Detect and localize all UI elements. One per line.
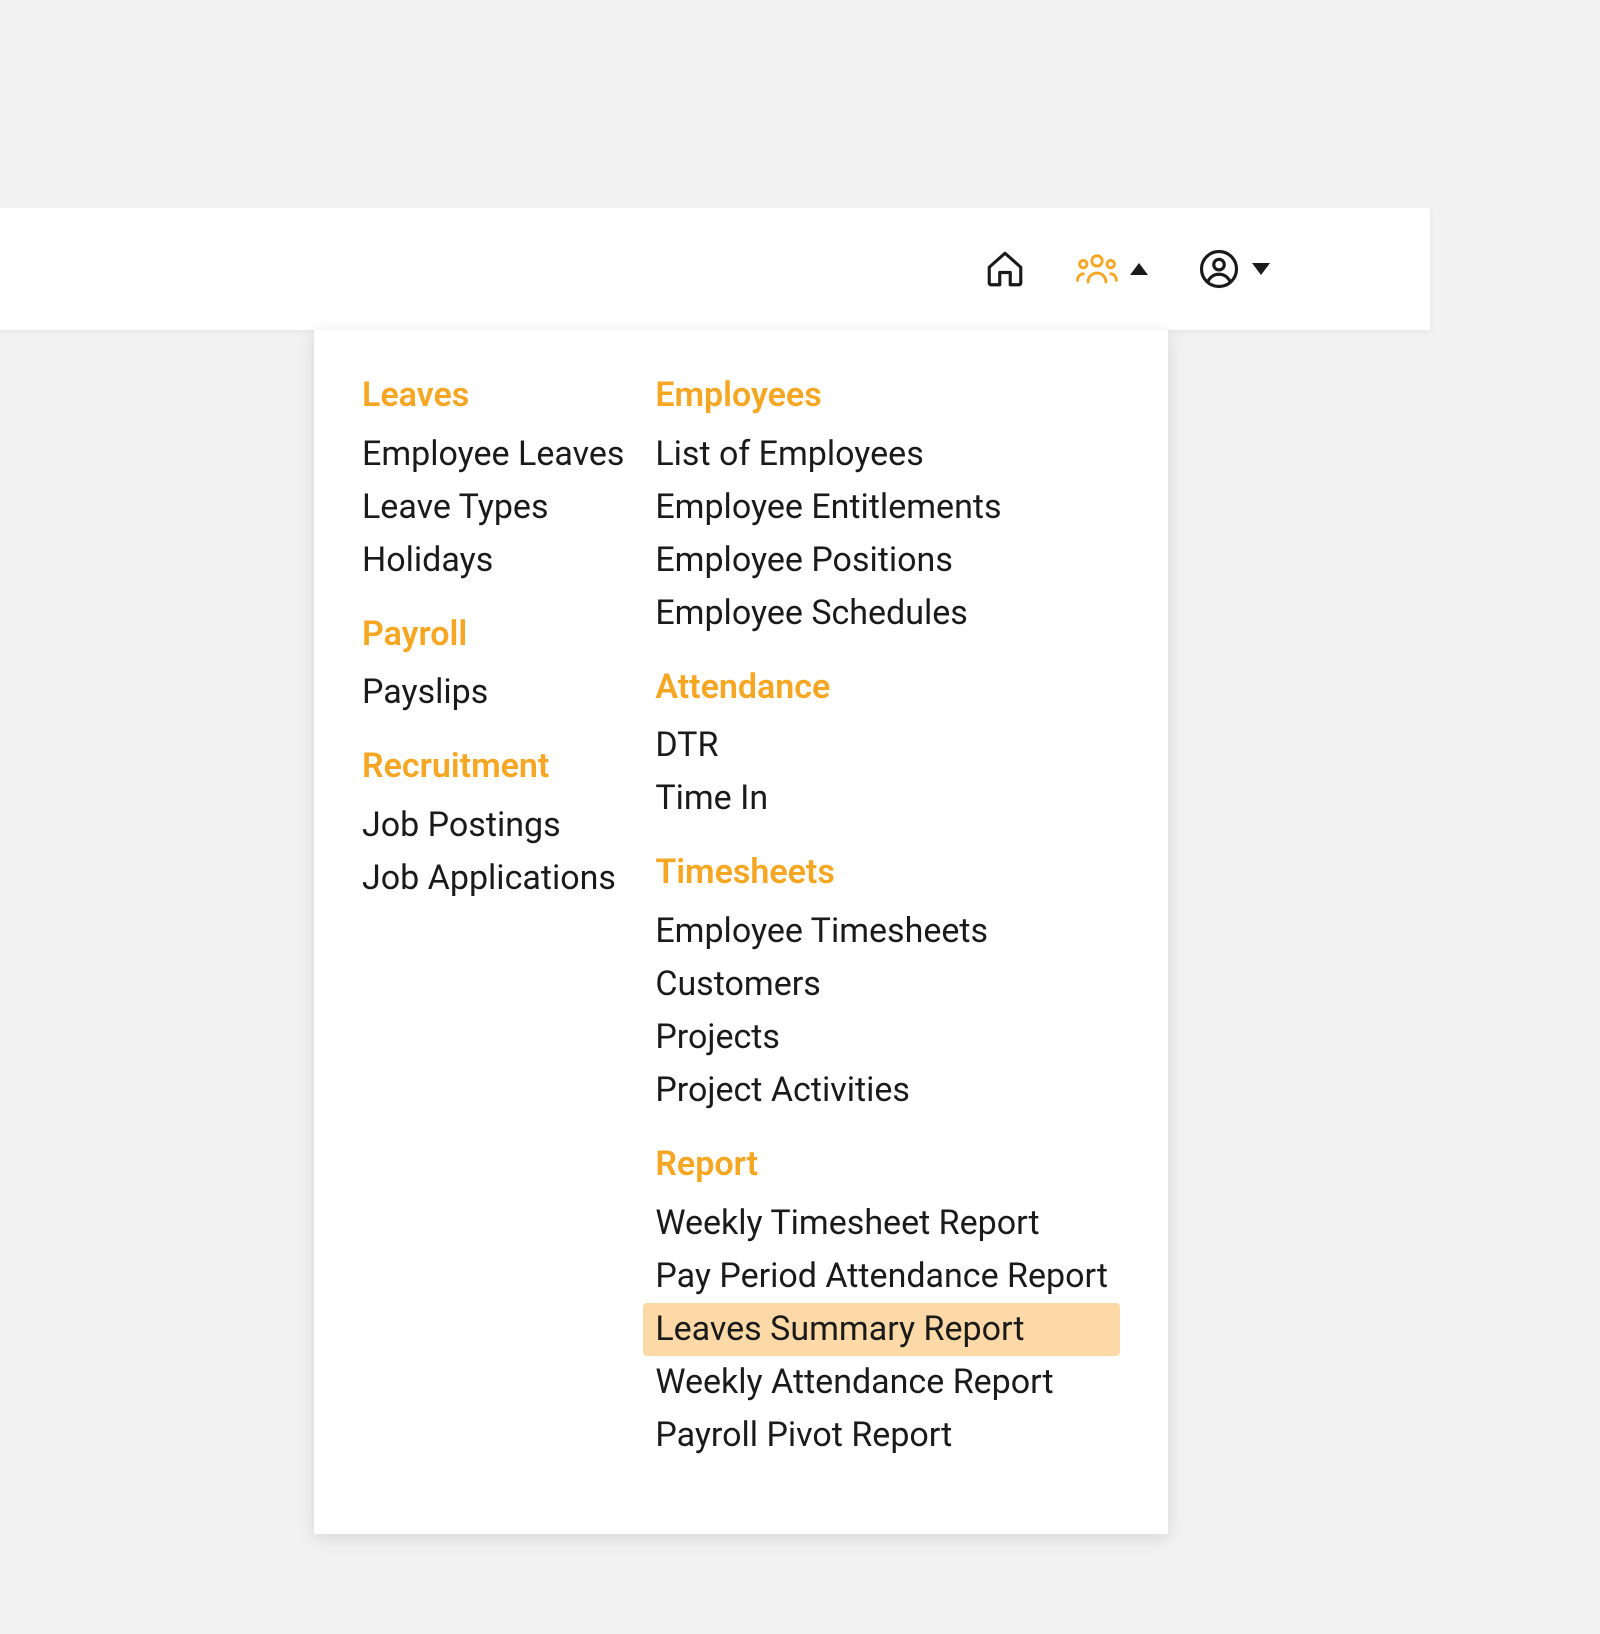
menu-item-employee-timesheets[interactable]: Employee Timesheets [643,905,1120,958]
menu-item-weekly-timesheet-report[interactable]: Weekly Timesheet Report [643,1197,1120,1250]
menu-group-timesheets: Timesheets Employee Timesheets Customers… [655,849,1120,1117]
menu-item-job-postings[interactable]: Job Postings [350,799,655,852]
menu-heading: Leaves [362,372,655,420]
menu-item-customers[interactable]: Customers [643,958,1120,1011]
menu-item-employee-leaves[interactable]: Employee Leaves [350,428,655,481]
menu-item-payroll-pivot-report[interactable]: Payroll Pivot Report [643,1409,1120,1462]
menu-group-attendance: Attendance DTR Time In [655,664,1120,826]
user-nav-button[interactable] [1198,248,1270,290]
people-icon [1076,248,1118,290]
menu-heading: Recruitment [362,743,655,791]
menu-item-weekly-attendance-report[interactable]: Weekly Attendance Report [643,1356,1120,1409]
menu-item-projects[interactable]: Projects [643,1011,1120,1064]
menu-item-employee-positions[interactable]: Employee Positions [643,534,1120,587]
menu-item-pay-period-attendance-report[interactable]: Pay Period Attendance Report [643,1250,1120,1303]
menu-item-employee-entitlements[interactable]: Employee Entitlements [643,481,1120,534]
caret-down-icon [1252,263,1270,275]
menu-item-time-in[interactable]: Time In [643,772,1120,825]
hr-nav-button[interactable] [1076,248,1148,290]
menu-column-right: Employees List of Employees Employee Ent… [655,372,1120,1486]
menu-heading: Attendance [655,664,1120,712]
menu-group-leaves: Leaves Employee Leaves Leave Types Holid… [362,372,655,587]
menu-group-payroll: Payroll Payslips [362,611,655,720]
menu-item-list-of-employees[interactable]: List of Employees [643,428,1120,481]
menu-column-left: Leaves Employee Leaves Leave Types Holid… [362,372,655,1486]
hr-dropdown-panel: Leaves Employee Leaves Leave Types Holid… [314,330,1168,1534]
menu-item-leaves-summary-report[interactable]: Leaves Summary Report [643,1303,1120,1356]
home-icon [984,248,1026,290]
menu-item-job-applications[interactable]: Job Applications [350,852,655,905]
home-nav-button[interactable] [984,248,1026,290]
header-bar [0,208,1430,330]
menu-group-recruitment: Recruitment Job Postings Job Application… [362,743,655,905]
menu-item-holidays[interactable]: Holidays [350,534,655,587]
menu-heading: Report [655,1141,1120,1189]
user-icon [1198,248,1240,290]
menu-group-employees: Employees List of Employees Employee Ent… [655,372,1120,640]
menu-group-report: Report Weekly Timesheet Report Pay Perio… [655,1141,1120,1462]
menu-item-employee-schedules[interactable]: Employee Schedules [643,587,1120,640]
menu-heading: Timesheets [655,849,1120,897]
menu-item-project-activities[interactable]: Project Activities [643,1064,1120,1117]
menu-heading: Employees [655,372,1120,420]
menu-item-dtr[interactable]: DTR [643,719,1120,772]
menu-heading: Payroll [362,611,655,659]
caret-up-icon [1130,263,1148,275]
menu-item-payslips[interactable]: Payslips [350,666,655,719]
menu-item-leave-types[interactable]: Leave Types [350,481,655,534]
